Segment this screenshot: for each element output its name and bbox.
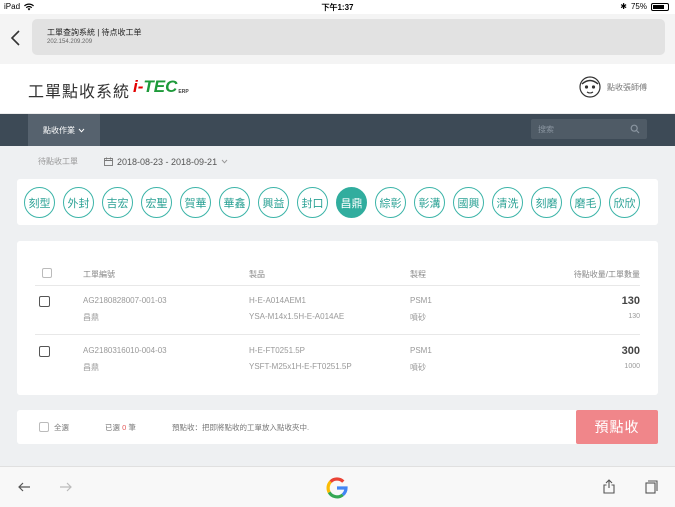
vendor-name: 昌鼎 xyxy=(83,363,99,372)
chevron-down-icon xyxy=(78,128,85,133)
vendor-chip[interactable]: 磨毛 xyxy=(570,187,601,218)
menu-label: 點收作業 xyxy=(43,125,75,135)
work-order-table: 工單編號 製品 製程 待點收量/工單數量 AG2180828007-001-03… xyxy=(17,241,658,395)
table-row[interactable]: AG2180828007-001-03 昌鼎 H-E-A014AEM1 YSA-… xyxy=(17,291,658,339)
vendor-chip[interactable]: 外封 xyxy=(63,187,94,218)
date-range-picker[interactable]: 2018-08-23 - 2018-09-21 xyxy=(104,157,228,167)
search-icon[interactable] xyxy=(630,124,640,134)
search-input[interactable] xyxy=(531,119,621,140)
clock: 下午1:37 xyxy=(321,3,354,12)
app-header: 工單點收系統 i- TEC ERP 點收張師傅 xyxy=(0,64,675,114)
vendor-chip[interactable]: 綜彰 xyxy=(375,187,406,218)
vendor-chip[interactable]: 國興 xyxy=(453,187,484,218)
itec-logo: i- TEC ERP xyxy=(133,77,189,97)
vendor-chip[interactable]: 興益 xyxy=(258,187,289,218)
user-name: 點收張師傅 xyxy=(607,82,647,92)
vendor-chip[interactable]: 清洗 xyxy=(492,187,523,218)
chevron-left-icon[interactable] xyxy=(9,29,23,47)
total-qty: 1000 xyxy=(624,363,640,370)
vendor-chip[interactable]: 華鑫 xyxy=(219,187,250,218)
date-range-text: 2018-08-23 - 2018-09-21 xyxy=(117,156,218,167)
nav-bar: 點收作業 xyxy=(0,114,675,146)
total-qty: 130 xyxy=(628,313,640,320)
main-content: 待點收工單 2018-08-23 - 2018-09-21 刻型 外封 吉宏 宏聖 賀華… xyxy=(0,146,675,466)
battery-icon xyxy=(651,2,669,11)
col-qty: 待點收量/工單數量 xyxy=(573,270,640,279)
vendor-chip[interactable]: 封口 xyxy=(297,187,328,218)
tabs-icon[interactable] xyxy=(645,480,658,494)
address-bar[interactable]: 工單查詢系統 | 待点收工单 202.154.209.209 xyxy=(32,19,665,55)
bluetooth-icon: ✱ xyxy=(620,2,627,11)
process-code: PSM1 xyxy=(410,346,432,355)
product-spec: YSA-M14x1.5H-E-A014AE xyxy=(249,312,345,321)
vendor-chip[interactable]: 刻型 xyxy=(24,187,55,218)
share-icon[interactable] xyxy=(603,479,615,494)
logo-tec: TEC xyxy=(143,77,178,96)
filter-label: 待點收工單 xyxy=(38,157,78,166)
select-all-label: 全選 xyxy=(54,423,69,432)
order-number: AG2180828007-001-03 xyxy=(83,296,167,305)
selected-count: 0 xyxy=(122,423,127,432)
divider xyxy=(35,334,640,335)
avatar xyxy=(579,76,601,98)
selected-prefix: 已選 xyxy=(105,423,120,432)
user-menu[interactable]: 點收張師傅 xyxy=(579,76,647,98)
vendor-chip[interactable]: 昌鼎 xyxy=(336,187,367,218)
battery-percent: 75% xyxy=(630,2,647,11)
table-header: 工單編號 製品 製程 待點收量/工單數量 xyxy=(17,266,658,284)
filter-row: 待點收工單 2018-08-23 - 2018-09-21 xyxy=(38,156,228,167)
menu-receive-ops[interactable]: 點收作業 xyxy=(28,114,100,146)
vendor-chip[interactable]: 刻磨 xyxy=(531,187,562,218)
process-name: 噴砂 xyxy=(410,363,426,372)
vendor-chip[interactable]: 欣欣 xyxy=(609,187,640,218)
page-title: 工單查詢系統 | 待点收工单 xyxy=(47,28,142,37)
col-product: 製品 xyxy=(249,270,265,279)
selected-summary: 已選 0 筆 xyxy=(105,422,136,433)
product-code: H-E-FT0251.5P xyxy=(249,346,306,355)
pending-qty: 300 xyxy=(621,345,640,357)
select-all-checkbox[interactable] xyxy=(39,422,49,432)
pre-receive-hint: 預點收：把即將點收的工單放入點收夾中. xyxy=(172,423,310,432)
action-footer: 全選 已選 0 筆 預點收：把即將點收的工單放入點收夾中. 預點收 xyxy=(17,410,658,444)
vendor-name: 昌鼎 xyxy=(83,313,99,322)
order-number: AG2180316010-004-03 xyxy=(83,346,167,355)
row-checkbox[interactable] xyxy=(39,296,50,307)
vendor-chip-bar: 刻型 外封 吉宏 宏聖 賀華 華鑫 興益 封口 昌鼎 綜彰 彰溝 國興 清洗 刻磨 磨毛 欣欣 xyxy=(17,179,658,225)
col-process: 製程 xyxy=(410,270,426,279)
logo-erp: ERP xyxy=(178,89,189,95)
vendor-chip[interactable]: 賀華 xyxy=(180,187,211,218)
search-box xyxy=(531,119,647,140)
status-bar: iPad 下午1:37 ✱ 75% xyxy=(0,0,675,14)
browser-bar: 工單查詢系統 | 待点收工单 202.154.209.209 xyxy=(0,14,675,64)
logo-i: i- xyxy=(133,77,144,96)
browser-toolbar xyxy=(0,466,675,507)
product-code: H-E-A014AEM1 xyxy=(249,296,306,305)
chevron-down-icon xyxy=(221,159,228,164)
divider xyxy=(35,285,640,286)
vendor-chip[interactable]: 彰溝 xyxy=(414,187,445,218)
process-name: 噴砂 xyxy=(410,313,426,322)
selected-suffix: 筆 xyxy=(128,423,136,432)
process-code: PSM1 xyxy=(410,296,432,305)
calendar-icon xyxy=(104,157,113,166)
arrow-left-icon[interactable] xyxy=(17,482,31,492)
vendor-chip[interactable]: 吉宏 xyxy=(102,187,133,218)
page-url: 202.154.209.209 xyxy=(47,39,93,45)
product-spec: YSFT-M25x1H-E-FT0251.5P xyxy=(249,362,352,371)
app-title: 工單點收系統 xyxy=(28,84,131,101)
row-checkbox[interactable] xyxy=(39,346,50,357)
table-row[interactable]: AG2180316010-004-03 昌鼎 H-E-FT0251.5P YSF… xyxy=(17,341,658,389)
pending-qty: 130 xyxy=(621,295,640,307)
vendor-chip[interactable]: 宏聖 xyxy=(141,187,172,218)
select-all-checkbox-header[interactable] xyxy=(42,268,52,278)
arrow-right-icon[interactable] xyxy=(59,482,73,492)
pre-receive-button[interactable]: 預點收 xyxy=(576,410,658,444)
google-icon[interactable] xyxy=(326,477,348,499)
col-order-no: 工單編號 xyxy=(83,270,115,279)
